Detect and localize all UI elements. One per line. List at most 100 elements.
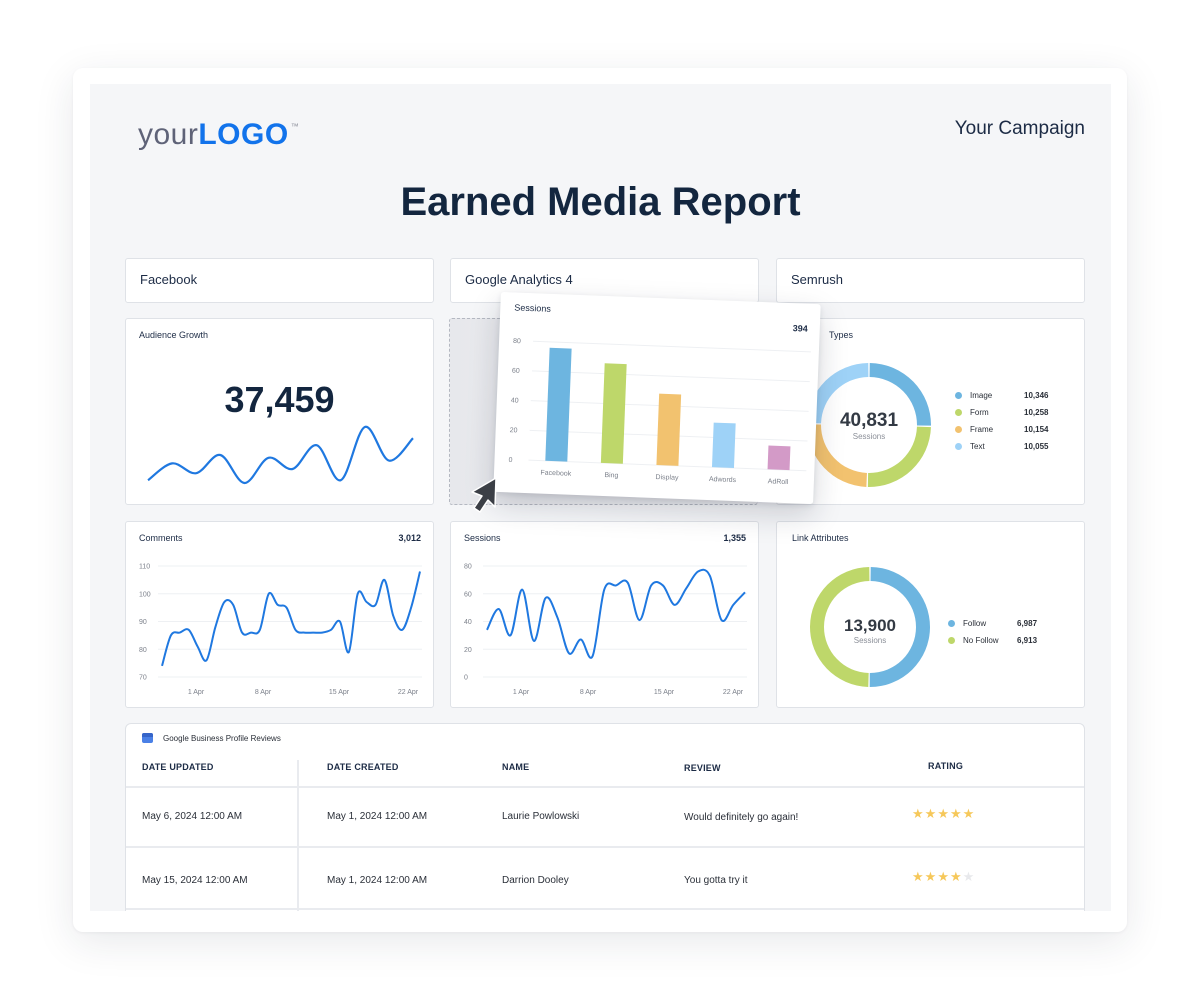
star-icon: ★: [924, 869, 937, 884]
legend-item: Follow 6,987: [948, 615, 1037, 632]
source-semrush: Semrush: [776, 258, 1085, 303]
legend-dot: [955, 426, 962, 433]
legend-value: 6,913: [1017, 636, 1038, 645]
column-header-rating[interactable]: RATING: [928, 761, 963, 771]
x-tick-label: 22 Apr: [723, 689, 744, 696]
gridline: [533, 340, 811, 353]
y-tick-label: 80: [513, 338, 521, 345]
bar-display: [656, 393, 682, 466]
legend-label: Image: [970, 391, 993, 400]
logo-prefix: your: [138, 118, 199, 151]
y-tick-label: 100: [139, 591, 151, 598]
sessions-bar-chart: 0 20 40 60 80 Facebook Bing Display Adwords AdRol…: [508, 338, 811, 486]
row-divider: [126, 908, 1084, 910]
y-tick-label: 0: [508, 457, 512, 464]
legend-item: Image 10,346: [955, 387, 1048, 404]
bar-adroll: [767, 445, 791, 471]
reviews-table: Google Business Profile Reviews DATE UPD…: [125, 723, 1085, 911]
x-tick-label: 1 Apr: [188, 689, 205, 696]
x-tick-label: 15 Apr: [654, 689, 675, 696]
legend-item: Text 10,055: [955, 438, 1048, 455]
x-tick-label: 1 Apr: [513, 689, 530, 696]
legend-item: Frame 10,154: [955, 421, 1048, 438]
rating-stars: ★ ★ ★ ★ ★: [912, 869, 974, 885]
legend-dot: [955, 443, 962, 450]
report-title: Earned Media Report: [400, 180, 801, 224]
campaign-name: Your Campaign: [954, 118, 1085, 139]
mouse-cursor-icon: [471, 477, 497, 513]
legend-dot: [948, 637, 955, 644]
star-icon: ★: [912, 869, 924, 884]
column-header-review[interactable]: REVIEW: [684, 763, 721, 773]
column-header-date-updated[interactable]: DATE UPDATED: [142, 762, 214, 772]
report-page: yourLOGO ™ Your Campaign Earned Media Rep…: [90, 84, 1111, 911]
comments-card: Comments 3,012 70 80 90 100 110 1 Apr 8 Apr 15 …: [125, 521, 434, 708]
row-divider: [126, 846, 1084, 848]
logo-trademark: ™: [290, 122, 300, 131]
x-tick-label: 22 Apr: [398, 689, 419, 696]
comments-line-chart: 70 80 90 100 110 1 Apr 8 Apr 15 Apr 22 Apr: [139, 564, 422, 696]
star-icon: ★: [962, 869, 975, 884]
types-legend: Image 10,346 Form 10,258 Frame 10,154 Text 10,0…: [955, 387, 1048, 455]
rating-stars: ★ ★ ★ ★ ★: [912, 806, 974, 822]
legend-label: Text: [970, 442, 985, 451]
star-icon: ★: [937, 806, 949, 821]
x-tick-label: Facebook: [540, 470, 571, 478]
cell-name: Darrion Dooley: [502, 875, 569, 886]
x-tick-label: Bing: [604, 472, 618, 480]
reviews-source: Google Business Profile Reviews: [142, 733, 281, 743]
star-icon: ★: [912, 806, 924, 821]
star-icon: ★: [949, 806, 962, 821]
cell-review: You gotta try it: [684, 875, 748, 886]
x-tick-label: Display: [655, 474, 679, 482]
link-total-label: Sessions: [853, 636, 887, 645]
reviews-source-label: Google Business Profile Reviews: [163, 733, 281, 743]
y-tick-label: 110: [139, 564, 150, 571]
cell-date-created: May 1, 2024 12:00 AM: [327, 811, 428, 822]
star-icon: ★: [962, 806, 975, 821]
y-tick-label: 60: [512, 368, 520, 375]
types-card: Types 40,831 Sessions Image 10,346 Form 10,…: [776, 318, 1085, 505]
y-tick-label: 80: [139, 647, 147, 654]
star-icon: ★: [949, 869, 962, 884]
y-tick-label: 20: [510, 427, 518, 434]
link-attributes-card: Link Attributes 13,900 Sessions Follow 6,…: [776, 521, 1085, 708]
legend-item: No Follow 6,913: [948, 632, 1037, 649]
legend-dot: [955, 392, 962, 399]
legend-item: Form 10,258: [955, 404, 1048, 421]
legend-value: 10,055: [1024, 442, 1049, 451]
bar-bing: [600, 363, 627, 464]
bar-facebook: [545, 347, 572, 462]
source-facebook: Facebook: [125, 258, 434, 303]
legend-dot: [955, 409, 962, 416]
types-total: 40,831: [839, 410, 899, 431]
legend-value: 10,346: [1024, 391, 1049, 400]
y-tick-label: 20: [464, 647, 472, 654]
sessions-bar-card[interactable]: Sessions 394 0 20 40 60 80 Facebook Bing Displa…: [493, 291, 821, 505]
x-tick-label: 8 Apr: [580, 689, 597, 696]
legend-label: Frame: [970, 425, 994, 434]
gridline: [531, 370, 810, 383]
types-total-label: Sessions: [852, 432, 886, 441]
cell-date-updated: May 6, 2024 12:00 AM: [142, 811, 243, 822]
cell-name: Laurie Powlowski: [502, 811, 580, 822]
column-header-name[interactable]: NAME: [502, 762, 529, 772]
logo: yourLOGO ™: [138, 118, 299, 152]
line-series: [486, 568, 746, 659]
cell-date-created: May 1, 2024 12:00 AM: [327, 875, 428, 886]
logo-brand: LOGO: [198, 118, 289, 151]
legend-dot: [948, 620, 955, 627]
y-tick-label: 80: [464, 564, 472, 571]
legend-value: 10,258: [1024, 408, 1049, 417]
row-divider: [126, 786, 1084, 788]
sparkline-series: [147, 425, 414, 485]
y-tick-label: 90: [139, 619, 147, 626]
link-legend: Follow 6,987 No Follow 6,913: [948, 615, 1037, 649]
y-tick-label: 70: [139, 675, 147, 682]
cell-date-updated: May 15, 2024 12:00 AM: [142, 875, 248, 886]
x-tick-label: Adwords: [709, 476, 737, 484]
column-header-date-created[interactable]: DATE CREATED: [327, 762, 399, 772]
y-tick-label: 40: [464, 619, 472, 626]
x-tick-label: AdRoll: [768, 478, 789, 486]
column-divider: [297, 760, 299, 911]
